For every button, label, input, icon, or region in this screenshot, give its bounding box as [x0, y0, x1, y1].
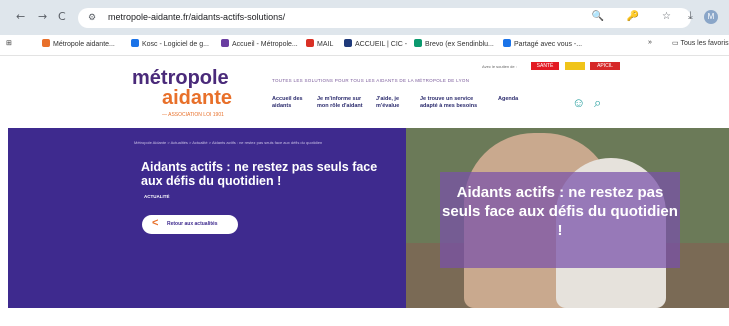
- breadcrumb[interactable]: Métropole Aidante > Actualités > Actuali…: [134, 140, 334, 145]
- download-icon[interactable]: ⤓: [688, 10, 693, 23]
- logo-line1: métropole: [132, 67, 229, 89]
- bookmark-item[interactable]: Métropole aidante...: [42, 39, 115, 48]
- url-action-icons[interactable]: 🔍 🔑 ☆: [592, 11, 681, 22]
- site-tagline: TOUTES LES SOLUTIONS POUR TOUS LES AIDAN…: [272, 78, 470, 83]
- bookmark-item[interactable]: Brevo (ex Sendinblu...: [414, 39, 494, 48]
- all-bookmarks-folder[interactable]: ▭ Tous les favoris: [672, 39, 729, 47]
- back-button-label: Retour aux actualités: [167, 221, 218, 227]
- site-info-icon[interactable]: ⚙: [88, 12, 96, 23]
- hero-text-panel: Métropole Aidante > Actualités > Actuali…: [8, 128, 406, 308]
- bookmark-favicon-icon: [344, 39, 352, 47]
- image-caption: Aidants actifs : ne restez pas seuls fac…: [442, 184, 678, 239]
- back-arrow-icon[interactable]: ←: [16, 10, 25, 23]
- bookmark-favicon-icon: [503, 39, 511, 47]
- forward-arrow-icon[interactable]: →: [38, 10, 47, 23]
- hero-image: Aidants actifs : ne restez pas seuls fac…: [406, 128, 729, 308]
- bookmark-item[interactable]: ACCUEIL | CIC -: [344, 39, 407, 48]
- bookmark-item[interactable]: MAIL: [306, 39, 333, 48]
- site-logo[interactable]: métropole aidante — ASSOCIATION LOI 1901: [132, 68, 242, 118]
- partner-logo: APICIL: [590, 62, 620, 70]
- address-bar[interactable]: ⚙ metropole-aidante.fr/aidants-actifs-so…: [78, 8, 691, 28]
- bookmark-favicon-icon: [221, 39, 229, 47]
- bookmark-favicon-icon: [414, 39, 422, 47]
- menu-agenda[interactable]: Agenda: [498, 96, 528, 103]
- partners-label: Avec le soutien de :: [482, 64, 517, 69]
- category-tag: ACTUALITÉ: [144, 194, 170, 199]
- menu-j-aide[interactable]: J'aide, je m'évalue: [376, 96, 412, 110]
- partner-logo: SANTÉ: [531, 62, 559, 70]
- site-header: métropole aidante — ASSOCIATION LOI 1901…: [0, 56, 729, 128]
- page-content-area: [0, 308, 729, 326]
- menu-accueil[interactable]: Accueil des aidants: [272, 96, 310, 110]
- browser-toolbar: ← → C ⚙ metropole-aidante.fr/aidants-act…: [0, 0, 729, 35]
- menu-je-m-informe[interactable]: Je m'informe sur mon rôle d'aidant: [317, 96, 369, 110]
- logo-line2: aidante: [162, 87, 233, 109]
- search-icon[interactable]: ⌕: [594, 95, 601, 111]
- account-icon[interactable]: ☺: [572, 95, 585, 110]
- bookmark-favicon-icon: [306, 39, 314, 47]
- back-to-news-button[interactable]: < Retour aux actualités: [142, 215, 238, 234]
- bookmarks-bar: ⊞ Métropole aidante... Kosc - Logiciel d…: [0, 35, 729, 56]
- hero-section: Métropole Aidante > Actualités > Actuali…: [0, 128, 729, 308]
- url-text[interactable]: metropole-aidante.fr/aidants-actifs-solu…: [108, 12, 285, 22]
- bookmarks-overflow-icon[interactable]: »: [648, 39, 652, 46]
- bookmark-favicon-icon: [131, 39, 139, 47]
- bookmark-item[interactable]: Kosc - Logiciel de g...: [131, 39, 209, 48]
- chevron-left-icon: <: [152, 217, 159, 229]
- menu-je-trouve-un-service[interactable]: Je trouve un service adapté à mes besoin…: [420, 96, 484, 110]
- logo-sub: — ASSOCIATION LOI 1901: [162, 112, 224, 118]
- profile-avatar[interactable]: M: [704, 10, 718, 24]
- bookmark-favicon-icon: [42, 39, 50, 47]
- page-title: Aidants actifs : ne restez pas seuls fac…: [141, 160, 378, 188]
- apps-icon[interactable]: ⊞: [6, 39, 12, 47]
- partner-logo: [565, 62, 585, 70]
- bookmark-item[interactable]: Accueil - Métropole...: [221, 39, 298, 48]
- bookmark-item[interactable]: Partagé avec vous -...: [503, 39, 582, 48]
- reload-icon[interactable]: C: [58, 10, 66, 23]
